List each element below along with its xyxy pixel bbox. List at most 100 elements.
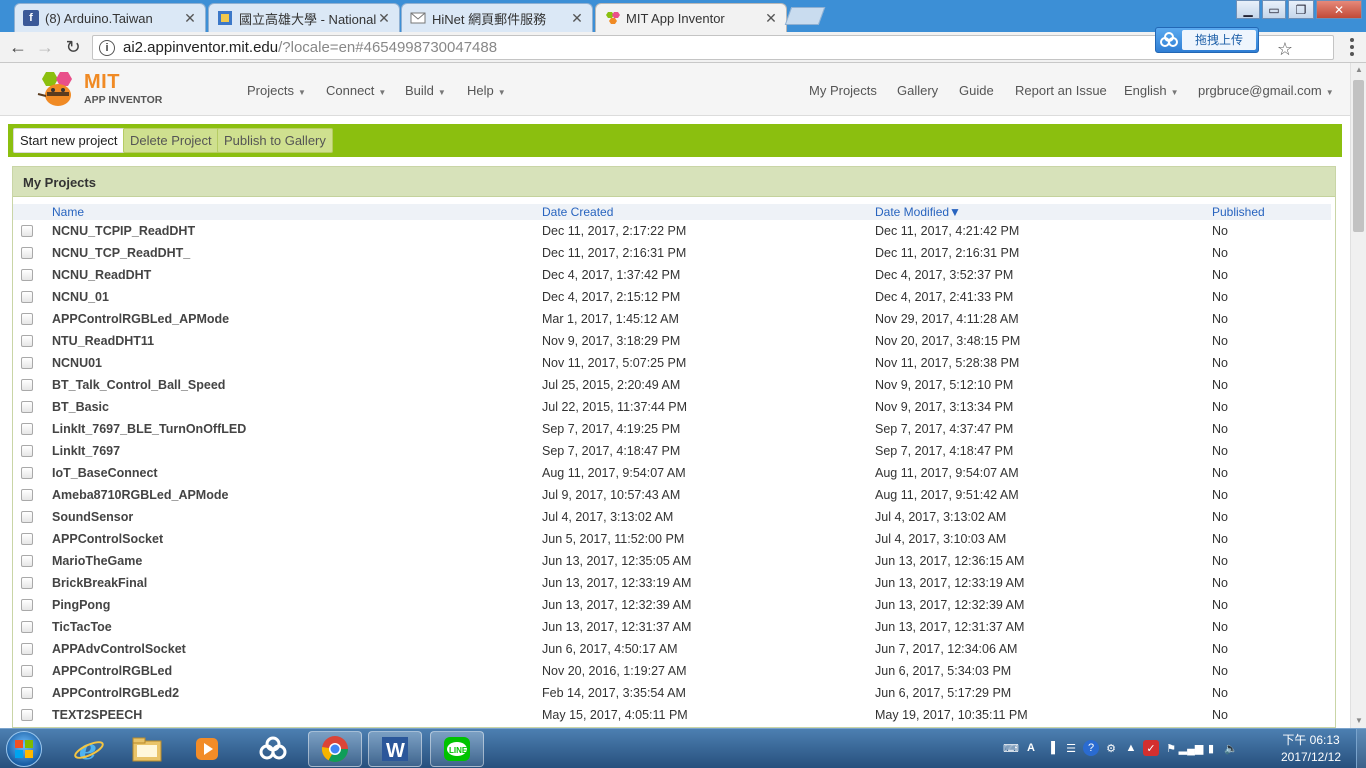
input-mode-icon[interactable]: A — [1023, 740, 1039, 756]
project-row[interactable]: BT_Basic Jul 22, 2015, 11:37:44 PM Nov 9, … — [13, 396, 1331, 418]
project-row[interactable]: TicTacToe Jun 13, 2017, 12:31:37 AM Jun 13… — [13, 616, 1331, 638]
power-icon[interactable]: ▮ — [1203, 740, 1219, 756]
project-row[interactable]: BT_Talk_Control_Ball_Speed Jul 25, 2015, … — [13, 374, 1331, 396]
column-header-date-created[interactable]: Date Created — [542, 205, 613, 219]
minimize-button[interactable]: ▁ — [1236, 0, 1260, 19]
project-name[interactable]: NCNU_TCP_ReadDHT_ — [52, 246, 190, 260]
publish-gallery-button[interactable]: Publish to Gallery — [217, 128, 333, 153]
project-row[interactable]: SoundSensor Jul 4, 2017, 3:13:02 AM Jul 4,… — [13, 506, 1331, 528]
help-icon[interactable]: ? — [1083, 740, 1099, 756]
taskbar-ie[interactable]: e — [62, 731, 116, 767]
menu-language[interactable]: English ▼ — [1124, 83, 1179, 98]
ime-settings-icon[interactable]: ⚙ — [1103, 740, 1119, 756]
project-checkbox[interactable] — [21, 357, 33, 369]
page-scrollbar[interactable]: ▲ ▼ — [1350, 63, 1366, 728]
project-row[interactable]: IoT_BaseConnect Aug 11, 2017, 9:54:07 AM A… — [13, 462, 1331, 484]
project-row[interactable]: NCNU_TCP_ReadDHT_ Dec 11, 2017, 2:16:31 P… — [13, 242, 1331, 264]
link-gallery[interactable]: Gallery — [897, 83, 938, 98]
project-name[interactable]: APPControlSocket — [52, 532, 163, 546]
project-row[interactable]: NCNU_01 Dec 4, 2017, 2:15:12 PM Dec 4, 201… — [13, 286, 1331, 308]
project-row[interactable]: PingPong Jun 13, 2017, 12:32:39 AM Jun 13,… — [13, 594, 1331, 616]
close-icon[interactable]: ✕ — [377, 10, 391, 27]
antivirus-icon[interactable]: ✓ — [1143, 740, 1159, 756]
start-new-project-button[interactable]: Start new project — [13, 128, 125, 153]
menu-connect[interactable]: Connect ▼ — [326, 83, 386, 98]
menu-build[interactable]: Build ▼ — [405, 83, 446, 98]
project-checkbox[interactable] — [21, 247, 33, 259]
project-checkbox[interactable] — [21, 291, 33, 303]
reload-button[interactable]: ↻ — [62, 36, 84, 58]
project-row[interactable]: APPControlRGBLed Nov 20, 2016, 1:19:27 AM… — [13, 660, 1331, 682]
address-bar[interactable]: i ai2.appinventor.mit.edu /?locale=en#46… — [92, 35, 1334, 60]
project-row[interactable]: Ameba8710RGBLed_APMode Jul 9, 2017, 10:57… — [13, 484, 1331, 506]
project-checkbox[interactable] — [21, 709, 33, 721]
network-icon[interactable]: ▂▄▆ — [1179, 740, 1204, 756]
start-button[interactable] — [6, 731, 42, 767]
tab-mit-app-inventor[interactable]: MIT App Inventor ✕ — [595, 3, 787, 32]
project-checkbox[interactable] — [21, 269, 33, 281]
system-clock[interactable]: 下午 06:13 2017/12/12 — [1272, 732, 1350, 766]
project-checkbox[interactable] — [21, 665, 33, 677]
delete-project-button[interactable]: Delete Project — [123, 128, 219, 153]
project-checkbox[interactable] — [21, 643, 33, 655]
project-row[interactable]: APPControlRGBLed2 Feb 14, 2017, 3:35:54 A… — [13, 682, 1331, 704]
project-row[interactable]: MarioTheGame Jun 13, 2017, 12:35:05 AM Jun… — [13, 550, 1331, 572]
show-desktop-button[interactable] — [1356, 729, 1366, 768]
taskbar-chrome[interactable] — [308, 731, 362, 767]
fullwidth-icon[interactable]: ▐ — [1043, 740, 1059, 756]
close-icon[interactable]: ✕ — [183, 10, 197, 27]
project-checkbox[interactable] — [21, 379, 33, 391]
menu-account[interactable]: prgbruce@gmail.com ▼ — [1198, 83, 1334, 98]
project-name[interactable]: APPControlRGBLed_APMode — [52, 312, 229, 326]
project-checkbox[interactable] — [21, 555, 33, 567]
project-checkbox[interactable] — [21, 313, 33, 325]
upload-extension-button[interactable]: 拖拽上传 — [1155, 27, 1259, 53]
link-guide[interactable]: Guide — [959, 83, 994, 98]
volume-icon[interactable]: 🔈 — [1223, 740, 1239, 756]
show-hidden-icons[interactable]: ▲ — [1123, 740, 1139, 756]
project-checkbox[interactable] — [21, 533, 33, 545]
project-row[interactable]: NCNU01 Nov 11, 2017, 5:07:25 PM Nov 11, 20… — [13, 352, 1331, 374]
link-my-projects[interactable]: My Projects — [809, 83, 877, 98]
maximize-button[interactable]: ❐ — [1288, 0, 1314, 19]
taskbar-line[interactable]: LINE — [430, 731, 484, 767]
project-checkbox[interactable] — [21, 225, 33, 237]
project-name[interactable]: NCNU_ReadDHT — [52, 268, 151, 282]
taskbar-cloud-sync[interactable] — [246, 731, 300, 767]
project-name[interactable]: TEXT2SPEECH — [52, 708, 142, 722]
close-icon[interactable]: ✕ — [570, 10, 584, 27]
info-icon[interactable]: i — [99, 39, 115, 56]
project-checkbox[interactable] — [21, 577, 33, 589]
project-checkbox[interactable] — [21, 467, 33, 479]
project-checkbox[interactable] — [21, 445, 33, 457]
link-report-issue[interactable]: Report an Issue — [1015, 83, 1107, 98]
window-close-button[interactable]: ✕ — [1316, 0, 1362, 19]
close-icon[interactable]: ✕ — [764, 10, 778, 27]
project-name[interactable]: APPControlRGBLed — [52, 664, 172, 678]
project-name[interactable]: NCNU_01 — [52, 290, 109, 304]
project-checkbox[interactable] — [21, 335, 33, 347]
project-name[interactable]: IoT_BaseConnect — [52, 466, 158, 480]
column-header-name[interactable]: Name — [52, 205, 84, 219]
back-button[interactable]: ← — [7, 36, 29, 58]
project-row[interactable]: BrickBreakFinal Jun 13, 2017, 12:33:19 AM… — [13, 572, 1331, 594]
taskbar-explorer[interactable] — [120, 731, 174, 767]
scroll-down-arrow-icon[interactable]: ▼ — [1351, 714, 1366, 728]
project-name[interactable]: Ameba8710RGBLed_APMode — [52, 488, 228, 502]
bookmark-star-icon[interactable]: ☆ — [1277, 39, 1293, 60]
project-name[interactable]: PingPong — [52, 598, 110, 612]
app-inventor-logo[interactable]: MIT APP INVENTOR — [36, 68, 176, 112]
project-name[interactable]: BT_Basic — [52, 400, 109, 414]
project-checkbox[interactable] — [21, 511, 33, 523]
project-name[interactable]: NTU_ReadDHT11 — [52, 334, 154, 348]
menu-projects[interactable]: Projects ▼ — [247, 83, 306, 98]
project-name[interactable]: BT_Talk_Control_Ball_Speed — [52, 378, 225, 392]
project-row[interactable]: LinkIt_7697 Sep 7, 2017, 4:18:47 PM Sep 7,… — [13, 440, 1331, 462]
restore-button[interactable]: ▭ — [1262, 0, 1286, 19]
column-header-date-modified[interactable]: Date Modified▼ — [875, 205, 961, 219]
tab-hinet-mail[interactable]: HiNet 網頁郵件服務 ✕ — [401, 3, 593, 32]
project-name[interactable]: APPControlRGBLed2 — [52, 686, 179, 700]
taskbar-media-player[interactable] — [180, 731, 234, 767]
tab-nuk[interactable]: 國立高雄大學 - National ✕ — [208, 3, 400, 32]
project-name[interactable]: APPAdvControlSocket — [52, 642, 186, 656]
